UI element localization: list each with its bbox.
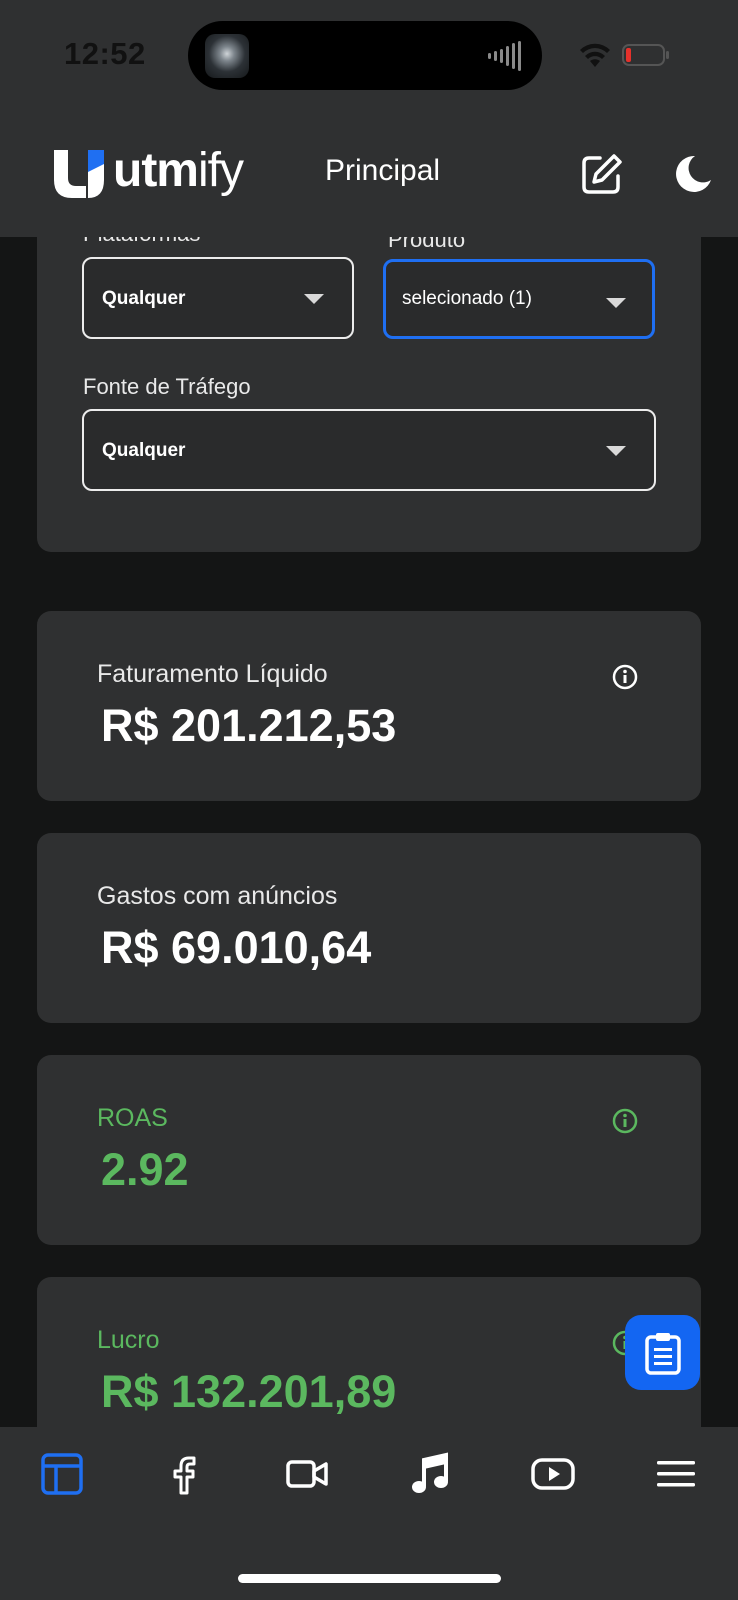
traffic-source-select[interactable]: Qualquer: [82, 409, 656, 491]
logo-text: utmify: [113, 144, 244, 197]
dashboard-icon[interactable]: [40, 1452, 84, 1496]
metric-value: 2.92: [101, 1144, 189, 1195]
page-title: Principal: [325, 154, 441, 187]
info-icon[interactable]: [612, 1108, 638, 1134]
platforms-value: Qualquer: [102, 288, 186, 309]
audio-waveform-icon: [488, 41, 521, 71]
platforms-select[interactable]: Qualquer: [82, 257, 354, 339]
battery-icon: [622, 44, 669, 66]
home-indicator: [238, 1574, 501, 1583]
metric-value: R$ 132.201,89: [101, 1366, 397, 1417]
now-playing-artwork: [205, 34, 249, 78]
info-icon[interactable]: [612, 664, 638, 690]
edit-icon[interactable]: [580, 152, 624, 196]
metric-card-roas: ROAS 2.92: [37, 1055, 701, 1245]
menu-icon[interactable]: [654, 1452, 698, 1496]
youtube-icon[interactable]: [531, 1452, 575, 1496]
chevron-down-icon: [606, 298, 626, 308]
traffic-source-label: Fonte de Tráfego: [83, 374, 251, 399]
product-value: selecionado (1): [402, 288, 532, 309]
metric-label: Gastos com anúncios: [97, 882, 338, 910]
metric-label: Lucro: [97, 1326, 160, 1354]
utmify-logo-icon: [54, 150, 104, 198]
metric-value: R$ 201.212,53: [101, 700, 397, 751]
video-camera-icon[interactable]: [285, 1452, 329, 1496]
facebook-icon[interactable]: [163, 1452, 207, 1496]
music-note-icon[interactable]: [408, 1452, 452, 1496]
status-time: 12:52: [64, 36, 146, 71]
product-select[interactable]: selecionado (1): [383, 259, 655, 339]
report-fab-button[interactable]: [625, 1315, 700, 1390]
metric-label: ROAS: [97, 1104, 168, 1132]
wifi-icon: [580, 43, 610, 67]
clipboard-icon: [645, 1333, 681, 1375]
metric-label: Faturamento Líquido: [97, 660, 328, 688]
traffic-source-value: Qualquer: [102, 440, 186, 461]
metric-card-net-revenue: Faturamento Líquido R$ 201.212,53: [37, 611, 701, 801]
metric-value: R$ 69.010,64: [101, 922, 372, 973]
dark-mode-icon[interactable]: [673, 154, 713, 194]
chevron-down-icon: [606, 446, 626, 456]
metric-card-ad-spend: Gastos com anúncios R$ 69.010,64: [37, 833, 701, 1023]
chevron-down-icon: [304, 294, 324, 304]
